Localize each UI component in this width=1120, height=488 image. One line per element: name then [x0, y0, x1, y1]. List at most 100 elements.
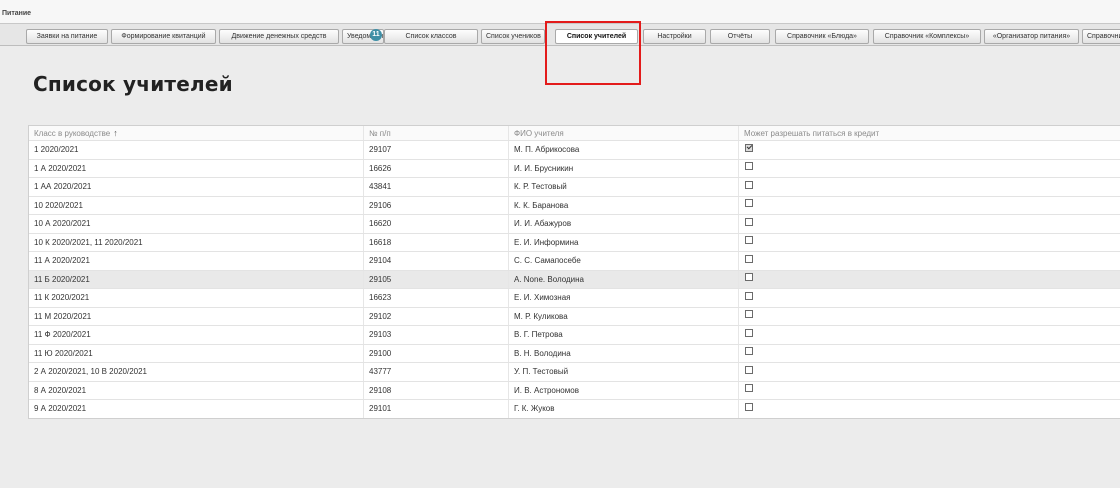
table-row[interactable]: 1 А 2020/2021 16626 И. И. Брусникин	[29, 158, 1120, 177]
credit-checkbox[interactable]	[745, 310, 753, 319]
tab-class-list[interactable]: Список классов	[384, 29, 478, 44]
class-cell: 1 2020/2021	[29, 141, 364, 159]
teacher-name-cell: С. С. Самапосебе	[509, 252, 739, 270]
credit-cell	[739, 197, 1120, 215]
table-row[interactable]: 11 Б 2020/2021 29105 А. None. Володина	[29, 269, 1120, 289]
credit-cell	[739, 382, 1120, 400]
column-header-credit[interactable]: Может разрешать питаться в кредит	[739, 126, 1120, 140]
credit-checkbox[interactable]	[745, 384, 753, 393]
highlight-box	[545, 21, 641, 85]
credit-cell	[739, 289, 1120, 307]
class-cell: 11 К 2020/2021	[29, 289, 364, 307]
teacher-name-cell: К. К. Баранова	[509, 196, 739, 214]
table-row[interactable]: 10 К 2020/2021, 11 2020/2021 16618 Е. И. И…	[29, 232, 1120, 251]
column-header-number[interactable]: № п/п	[364, 126, 509, 140]
tab-directories[interactable]: Справочники	[1082, 29, 1120, 44]
tab-settings[interactable]: Настройки	[643, 29, 706, 44]
class-cell: 10 А 2020/2021	[29, 215, 364, 233]
number-cell: 29106	[364, 196, 509, 214]
tab-catering-organizer[interactable]: «Организатор питания»	[984, 29, 1079, 44]
tab-money-flow[interactable]: Движение денежных средств	[219, 29, 339, 44]
credit-cell	[739, 400, 1120, 418]
table-row[interactable]: 1 АА 2020/2021 43841 К. Р. Тестовый	[29, 177, 1120, 196]
number-cell: 16620	[364, 215, 509, 233]
credit-checkbox[interactable]	[745, 328, 753, 337]
credit-checkbox[interactable]	[745, 217, 753, 226]
credit-checkbox[interactable]	[745, 180, 753, 189]
table-row[interactable]: 11 А 2020/2021 29104 С. С. Самапосебе	[29, 251, 1120, 270]
sort-ascending-icon: ↑	[113, 128, 118, 138]
teacher-name-cell: А. None. Володина	[509, 270, 739, 288]
page-title: Список учителей	[33, 72, 233, 96]
table-row[interactable]: 11 Ф 2020/2021 29103 В. Г. Петрова	[29, 325, 1120, 344]
credit-cell	[739, 252, 1120, 270]
credit-cell	[739, 345, 1120, 363]
number-cell: 43841	[364, 178, 509, 196]
tab-food-requests[interactable]: Заявки на питание	[26, 29, 108, 44]
credit-checkbox[interactable]	[745, 291, 753, 300]
credit-checkbox[interactable]	[745, 347, 753, 356]
table-row[interactable]: 2 А 2020/2021, 10 В 2020/2021 43777 У. П. …	[29, 362, 1120, 381]
teacher-name-cell: И. И. Абажуров	[509, 215, 739, 233]
table-row[interactable]: 11 К 2020/2021 16623 Е. И. Химозная	[29, 288, 1120, 307]
number-cell: 16626	[364, 159, 509, 177]
tab-dishes-directory[interactable]: Справочник «Блюда»	[775, 29, 869, 44]
table-row[interactable]: 11 Ю 2020/2021 29100 В. Н. Володина	[29, 343, 1120, 363]
number-cell: 43777	[364, 363, 509, 381]
number-cell: 29104	[364, 252, 509, 270]
credit-checkbox[interactable]	[745, 236, 753, 245]
teacher-name-cell: К. Р. Тестовый	[509, 178, 739, 196]
table-row[interactable]: 10 2020/2021 29106 К. К. Баранова	[29, 195, 1120, 215]
teacher-name-cell: В. Г. Петрова	[509, 326, 739, 344]
table-header: Класс в руководстве ↑ № п/п ФИО учителя …	[29, 125, 1120, 140]
credit-cell	[739, 363, 1120, 381]
number-cell: 29107	[364, 141, 509, 159]
class-cell: 11 Ф 2020/2021	[29, 326, 364, 344]
tab-reports[interactable]: Отчёты	[710, 29, 770, 44]
credit-checkbox[interactable]	[745, 273, 753, 282]
credit-cell	[739, 215, 1120, 233]
class-cell: 11 Б 2020/2021	[29, 270, 364, 288]
table-row[interactable]: 10 А 2020/2021 16620 И. И. Абажуров	[29, 214, 1120, 233]
teacher-name-cell: Г. К. Жуков	[509, 400, 739, 418]
teacher-name-cell: У. П. Тестовый	[509, 363, 739, 381]
table-row[interactable]: 1 2020/2021 29107 М. П. Абрикосова	[29, 140, 1120, 159]
class-cell: 1 АА 2020/2021	[29, 178, 364, 196]
table-row[interactable]: 9 А 2020/2021 29101 Г. К. Жуков	[29, 399, 1120, 418]
notifications-count-badge: 11	[370, 29, 382, 41]
credit-checkbox[interactable]	[745, 365, 753, 374]
credit-cell	[739, 326, 1120, 344]
credit-checkbox[interactable]	[745, 143, 753, 152]
column-header-class[interactable]: Класс в руководстве ↑	[29, 126, 364, 140]
tab-student-list[interactable]: Список учеников	[481, 29, 545, 44]
credit-cell	[739, 271, 1120, 289]
credit-checkbox[interactable]	[745, 162, 753, 171]
number-cell: 29103	[364, 326, 509, 344]
class-cell: 9 А 2020/2021	[29, 400, 364, 418]
class-cell: 11 Ю 2020/2021	[29, 344, 364, 362]
teacher-name-cell: М. Р. Куликова	[509, 307, 739, 325]
credit-checkbox[interactable]	[745, 199, 753, 208]
teachers-table: Класс в руководстве ↑ № п/п ФИО учителя …	[28, 125, 1120, 419]
section-title: Питание	[2, 10, 32, 17]
tab-receipts[interactable]: Формирование квитанций	[111, 29, 216, 44]
credit-cell	[739, 178, 1120, 196]
teacher-name-cell: В. Н. Володина	[509, 344, 739, 362]
teacher-name-cell: М. П. Абрикосова	[509, 141, 739, 159]
credit-cell	[739, 141, 1120, 159]
column-header-teacher[interactable]: ФИО учителя	[509, 126, 739, 140]
class-cell: 10 2020/2021	[29, 196, 364, 214]
number-cell: 29108	[364, 381, 509, 399]
class-cell: 11 М 2020/2021	[29, 307, 364, 325]
number-cell: 16618	[364, 233, 509, 251]
credit-checkbox[interactable]	[745, 254, 753, 263]
teacher-name-cell: Е. И. Информина	[509, 233, 739, 251]
tab-complexes-directory[interactable]: Справочник «Комплексы»	[873, 29, 981, 44]
table-row[interactable]: 11 М 2020/2021 29102 М. Р. Куликова	[29, 306, 1120, 325]
class-cell: 10 К 2020/2021, 11 2020/2021	[29, 233, 364, 251]
number-cell: 29105	[364, 270, 509, 288]
table-row[interactable]: 8 А 2020/2021 29108 И. В. Астрономов	[29, 380, 1120, 400]
credit-checkbox[interactable]	[745, 402, 753, 411]
number-cell: 29101	[364, 400, 509, 418]
number-cell: 16623	[364, 289, 509, 307]
